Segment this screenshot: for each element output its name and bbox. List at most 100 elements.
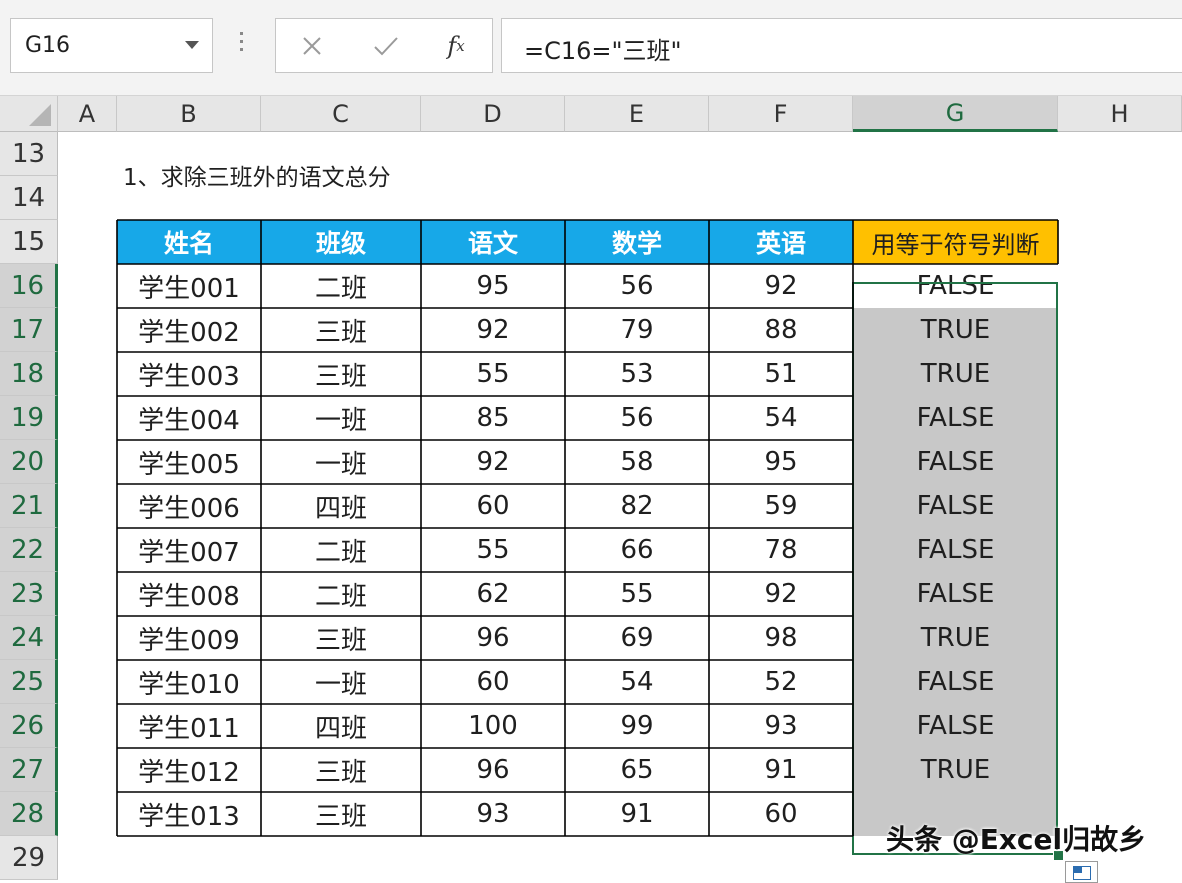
row-header-24[interactable]: 24	[0, 616, 58, 660]
judge-cell[interactable]: FALSE	[853, 572, 1058, 616]
row-header-23[interactable]: 23	[0, 572, 58, 616]
row-header-14[interactable]: 14	[0, 176, 58, 220]
table-cell[interactable]: 91	[565, 792, 709, 836]
column-header-h[interactable]: H	[1058, 96, 1182, 132]
row-header-15[interactable]: 15	[0, 220, 58, 264]
row-header-13[interactable]: 13	[0, 132, 58, 176]
column-header-f[interactable]: F	[709, 96, 853, 132]
table-header-6[interactable]: 用等于符号判断	[853, 220, 1058, 264]
cancel-icon[interactable]	[282, 19, 342, 72]
insert-function-icon[interactable]: fx	[426, 19, 486, 72]
chevron-down-icon[interactable]	[185, 41, 199, 49]
table-cell[interactable]: 学生003	[117, 352, 261, 396]
table-header-5[interactable]: 英语	[709, 220, 853, 264]
row-header-29[interactable]: 29	[0, 836, 58, 880]
table-header-1[interactable]: 姓名	[117, 220, 261, 264]
table-cell[interactable]: 92	[421, 308, 565, 352]
table-cell[interactable]: 60	[709, 792, 853, 836]
table-cell[interactable]: 学生007	[117, 528, 261, 572]
table-cell[interactable]: 93	[421, 792, 565, 836]
row-header-16[interactable]: 16	[0, 264, 58, 308]
table-cell[interactable]: 学生004	[117, 396, 261, 440]
table-cell[interactable]: 四班	[261, 704, 421, 748]
table-cell[interactable]: 62	[421, 572, 565, 616]
table-cell[interactable]: 三班	[261, 748, 421, 792]
column-header-g[interactable]: G	[853, 96, 1058, 132]
column-header-c[interactable]: C	[261, 96, 421, 132]
table-cell[interactable]: 96	[421, 616, 565, 660]
table-cell[interactable]: 二班	[261, 528, 421, 572]
formula-input[interactable]: =C16="三班"	[501, 18, 1182, 73]
judge-cell[interactable]: FALSE	[853, 396, 1058, 440]
table-cell[interactable]: 一班	[261, 660, 421, 704]
judge-cell[interactable]: FALSE	[853, 704, 1058, 748]
table-cell[interactable]: 二班	[261, 572, 421, 616]
judge-cell[interactable]: TRUE	[853, 308, 1058, 352]
table-cell[interactable]: 53	[565, 352, 709, 396]
table-cell[interactable]: 93	[709, 704, 853, 748]
table-cell[interactable]: 95	[421, 264, 565, 308]
table-cell[interactable]: 一班	[261, 396, 421, 440]
table-cell[interactable]: 学生013	[117, 792, 261, 836]
table-cell[interactable]: 55	[421, 352, 565, 396]
judge-cell[interactable]: TRUE	[853, 616, 1058, 660]
table-cell[interactable]: 82	[565, 484, 709, 528]
table-cell[interactable]: 96	[421, 748, 565, 792]
column-header-a[interactable]: A	[58, 96, 117, 132]
table-cell[interactable]: 65	[565, 748, 709, 792]
row-header-20[interactable]: 20	[0, 440, 58, 484]
table-cell[interactable]: 92	[421, 440, 565, 484]
judge-cell[interactable]: FALSE	[853, 440, 1058, 484]
table-cell[interactable]: 92	[709, 572, 853, 616]
table-cell[interactable]: 92	[709, 264, 853, 308]
table-cell[interactable]: 学生005	[117, 440, 261, 484]
table-cell[interactable]: 一班	[261, 440, 421, 484]
table-cell[interactable]: 69	[565, 616, 709, 660]
row-header-28[interactable]: 28	[0, 792, 58, 836]
select-all-corner[interactable]	[0, 96, 58, 132]
table-cell[interactable]: 98	[709, 616, 853, 660]
table-cell[interactable]: 60	[421, 660, 565, 704]
row-header-22[interactable]: 22	[0, 528, 58, 572]
row-header-21[interactable]: 21	[0, 484, 58, 528]
table-cell[interactable]: 95	[709, 440, 853, 484]
table-cell[interactable]: 88	[709, 308, 853, 352]
judge-cell[interactable]: TRUE	[853, 748, 1058, 792]
row-header-26[interactable]: 26	[0, 704, 58, 748]
table-header-3[interactable]: 语文	[421, 220, 565, 264]
table-cell[interactable]: 58	[565, 440, 709, 484]
table-cell[interactable]: 学生012	[117, 748, 261, 792]
table-cell[interactable]: 三班	[261, 792, 421, 836]
judge-cell[interactable]: TRUE	[853, 352, 1058, 396]
table-cell[interactable]: 66	[565, 528, 709, 572]
table-cell[interactable]: 56	[565, 396, 709, 440]
more-vertical-icon[interactable]	[240, 32, 244, 58]
table-cell[interactable]: 55	[565, 572, 709, 616]
judge-cell[interactable]: FALSE	[853, 528, 1058, 572]
table-cell[interactable]: 54	[709, 396, 853, 440]
table-cell[interactable]: 55	[421, 528, 565, 572]
table-cell[interactable]: 三班	[261, 616, 421, 660]
row-header-17[interactable]: 17	[0, 308, 58, 352]
table-cell[interactable]: 学生008	[117, 572, 261, 616]
table-cell[interactable]: 学生010	[117, 660, 261, 704]
table-cell[interactable]: 85	[421, 396, 565, 440]
row-header-19[interactable]: 19	[0, 396, 58, 440]
table-cell[interactable]: 60	[421, 484, 565, 528]
table-cell[interactable]: 学生001	[117, 264, 261, 308]
judge-cell[interactable]: FALSE	[853, 264, 1058, 308]
table-cell[interactable]: 91	[709, 748, 853, 792]
judge-cell[interactable]: FALSE	[853, 484, 1058, 528]
table-cell[interactable]: 52	[709, 660, 853, 704]
table-cell[interactable]: 51	[709, 352, 853, 396]
table-cell[interactable]: 四班	[261, 484, 421, 528]
table-header-2[interactable]: 班级	[261, 220, 421, 264]
table-cell[interactable]: 三班	[261, 308, 421, 352]
row-header-25[interactable]: 25	[0, 660, 58, 704]
column-header-e[interactable]: E	[565, 96, 709, 132]
table-cell[interactable]: 59	[709, 484, 853, 528]
column-header-b[interactable]: B	[117, 96, 261, 132]
enter-check-icon[interactable]	[356, 19, 416, 72]
table-cell[interactable]: 56	[565, 264, 709, 308]
table-cell[interactable]: 学生006	[117, 484, 261, 528]
